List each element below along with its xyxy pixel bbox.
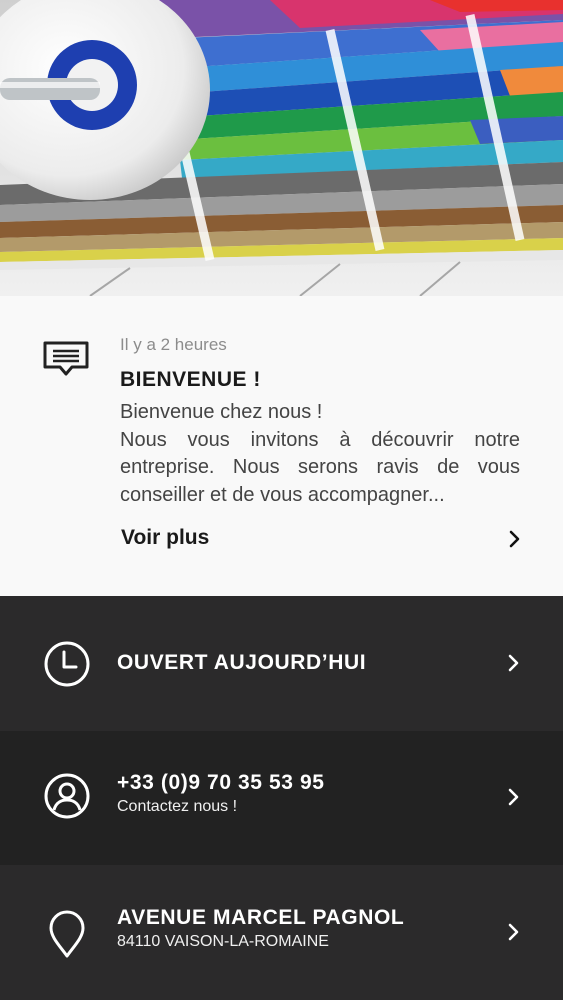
news-timestamp: Il y a 2 heures <box>120 335 227 354</box>
user-circle-icon <box>44 773 90 819</box>
hero-image <box>0 0 563 296</box>
message-icon <box>43 341 89 376</box>
chevron-right-icon <box>508 923 519 941</box>
opening-hours-label: OUVERT AUJOURD’HUI <box>117 651 367 674</box>
news-body: Bienvenue chez nous ! Nous vous invitons… <box>120 399 520 509</box>
address-city: 84110 VAISON-LA-ROMAINE <box>117 933 329 950</box>
phone-row[interactable]: +33 (0)9 70 35 53 95 Contactez nous ! <box>0 731 563 865</box>
chevron-right-icon <box>508 654 519 672</box>
news-card: Il y a 2 heures BIENVENUE ! Bienvenue ch… <box>0 296 563 596</box>
address-row[interactable]: AVENUE MARCEL PAGNOL 84110 VAISON-LA-ROM… <box>0 865 563 1000</box>
address-street: AVENUE MARCEL PAGNOL <box>117 906 405 929</box>
chevron-right-icon <box>508 788 519 806</box>
news-body-line: Nous vous invitons à découvrir notre ent… <box>120 428 520 506</box>
see-more-label: Voir plus <box>121 526 210 549</box>
news-title: BIENVENUE ! <box>120 368 261 391</box>
color-swatches-illustration <box>0 0 563 296</box>
map-pin-icon <box>49 910 85 958</box>
see-more-button[interactable]: Voir plus <box>0 518 563 562</box>
opening-hours-row[interactable]: OUVERT AUJOURD’HUI <box>0 596 563 731</box>
news-body-line: Bienvenue chez nous ! <box>120 401 323 423</box>
clock-icon <box>44 641 90 687</box>
phone-caption: Contactez nous ! <box>117 798 238 815</box>
phone-number: +33 (0)9 70 35 53 95 <box>117 771 325 794</box>
chevron-right-icon <box>509 530 520 548</box>
